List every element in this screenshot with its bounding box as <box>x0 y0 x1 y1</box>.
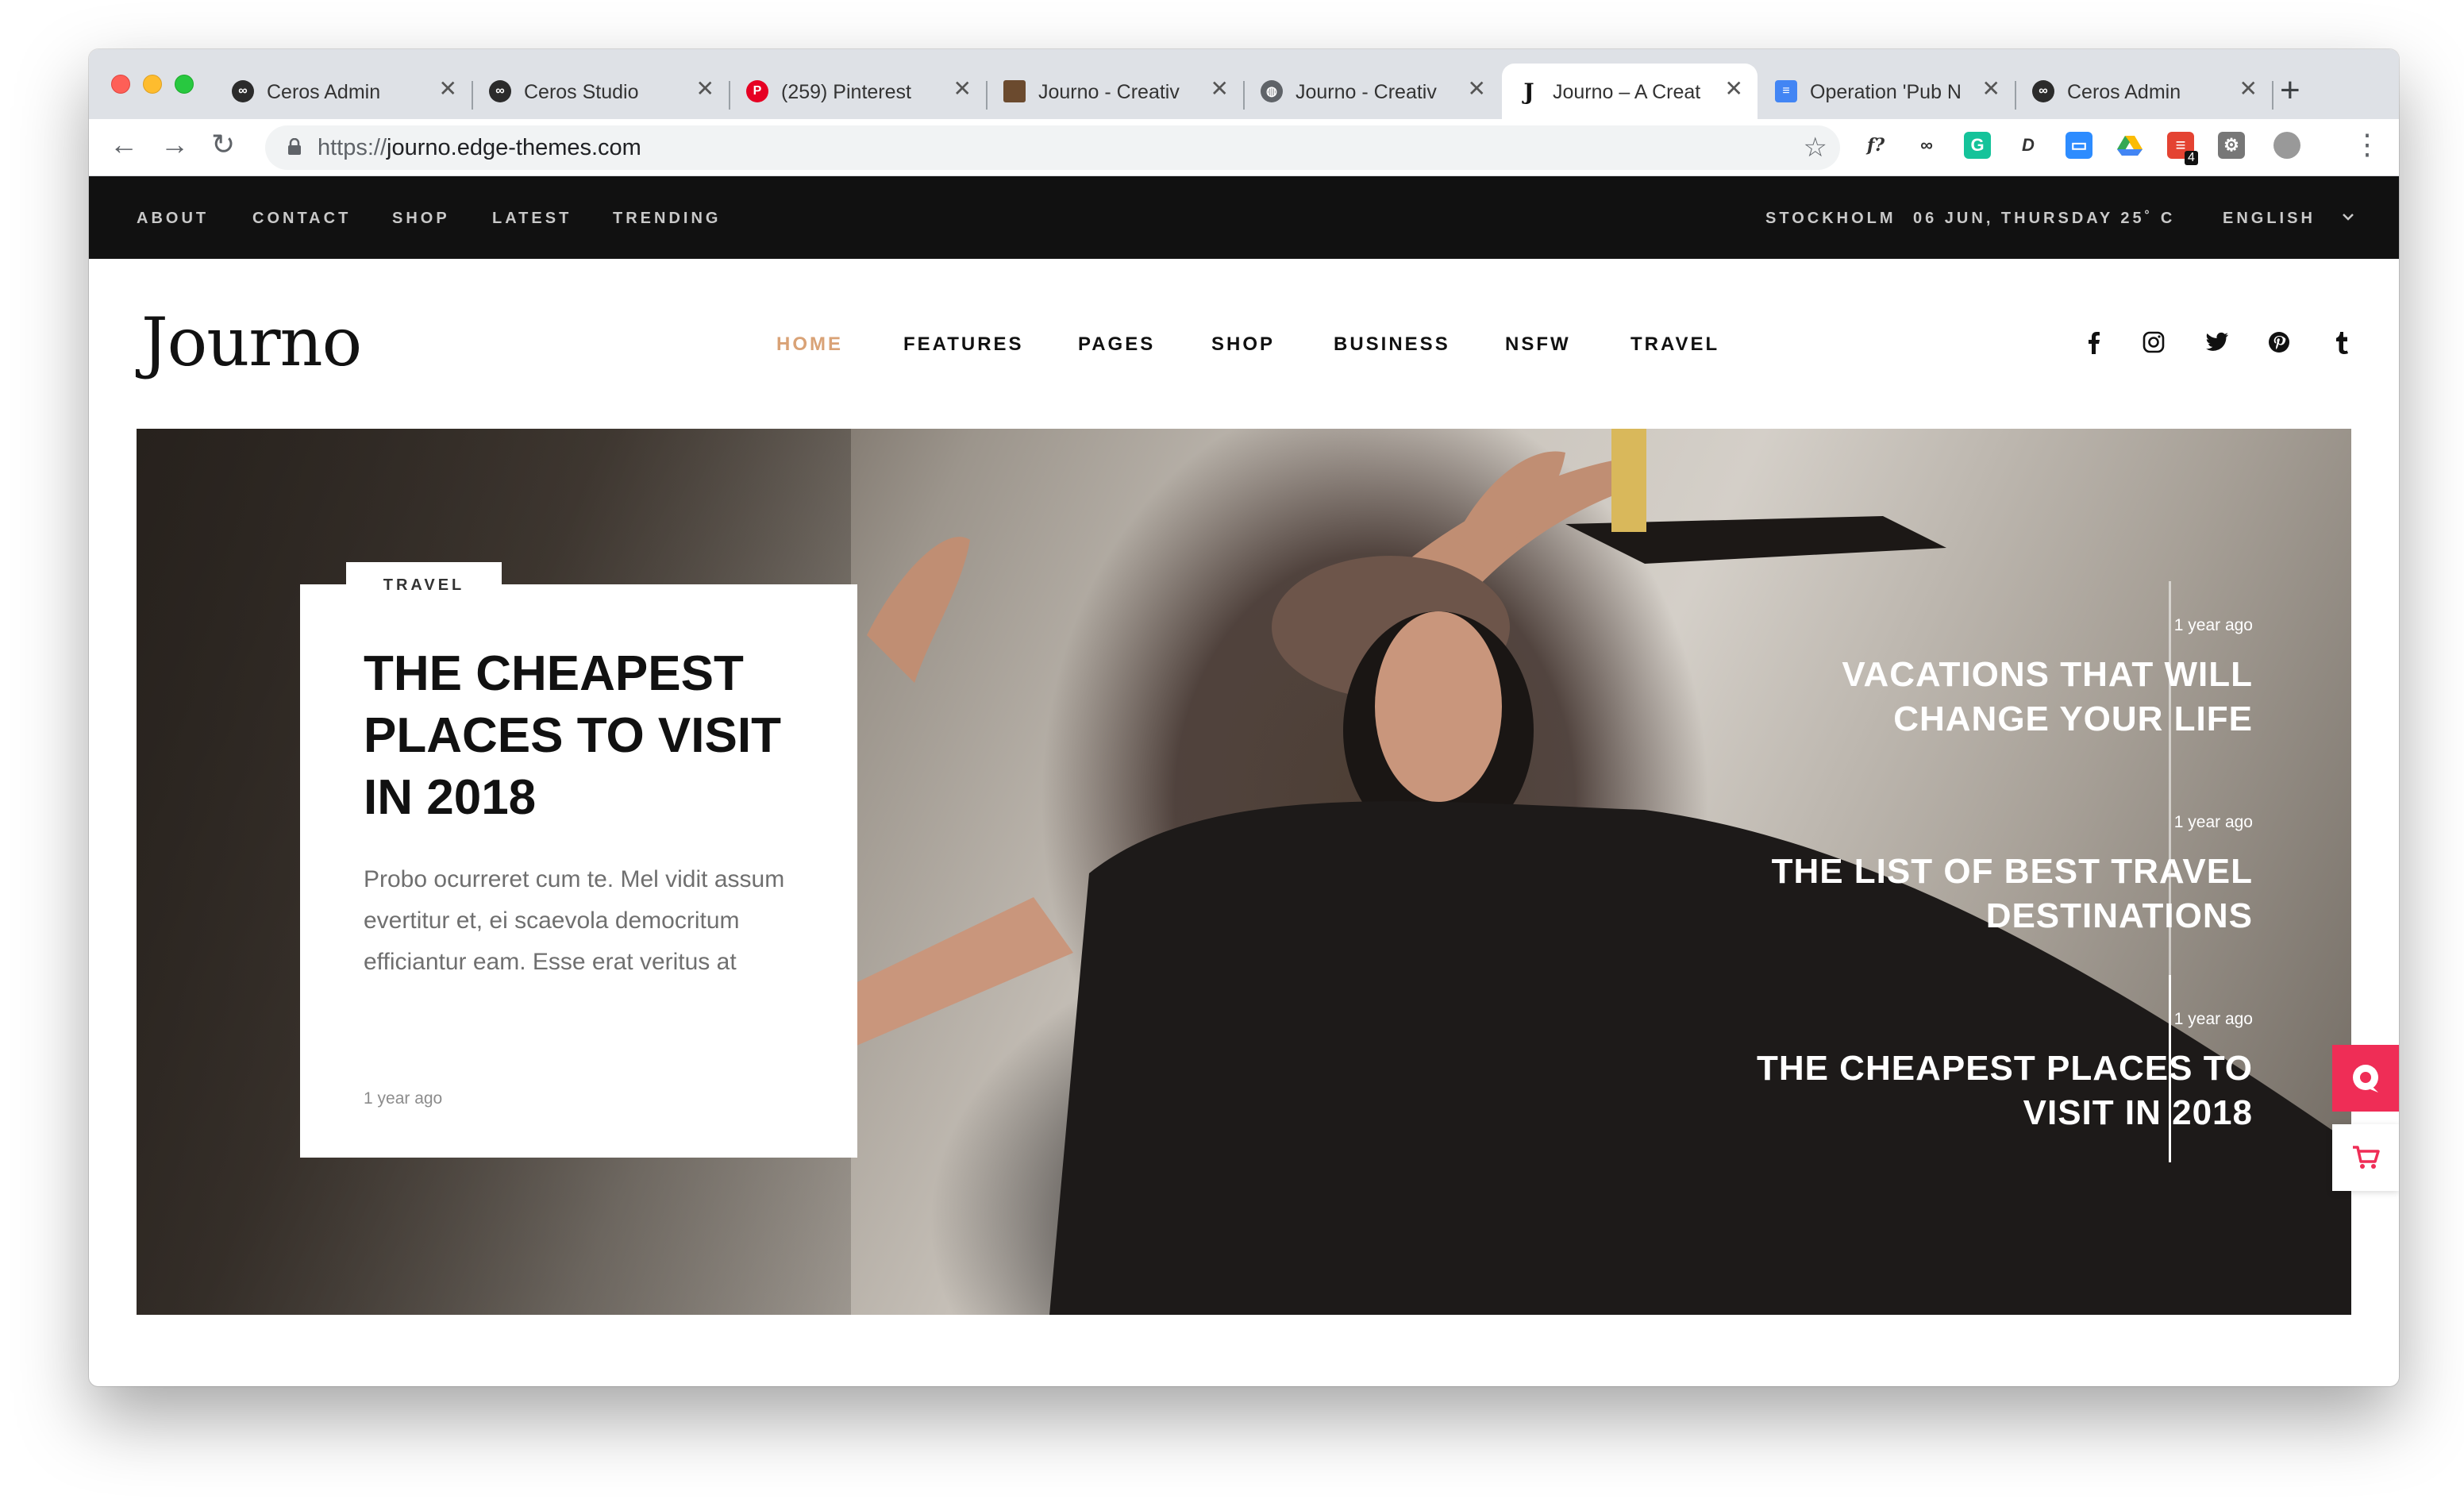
cart-float-button[interactable] <box>2332 1124 2399 1191</box>
ceros-icon: ∞ <box>2032 80 2054 102</box>
chat-float-button[interactable] <box>2332 1045 2399 1112</box>
browser-tab[interactable]: Journo - Creativ ✕ <box>988 64 1243 119</box>
hubspot-extension-icon[interactable]: ⚙ <box>2218 132 2245 159</box>
address-bar[interactable]: https://journo.edge-themes.com ☆ <box>265 125 1840 170</box>
ceros-icon: ∞ <box>232 80 254 102</box>
tab-title: Ceros Admin <box>2067 81 2181 103</box>
url-text: https://journo.edge-themes.com <box>318 135 641 161</box>
docs-icon: ≡ <box>1775 80 1797 102</box>
new-tab-icon[interactable]: + <box>2280 73 2300 108</box>
pinterest-icon: P <box>746 80 768 102</box>
tab-title: Journo – A Creat <box>1553 81 1701 103</box>
browser-tab-active[interactable]: J Journo – A Creat ✕ <box>1502 64 1758 119</box>
close-tab-icon[interactable]: ✕ <box>953 78 972 100</box>
close-tab-icon[interactable]: ✕ <box>2239 78 2258 100</box>
close-tab-icon[interactable]: ✕ <box>439 78 457 100</box>
nav-item-pages[interactable]: PAGES <box>1078 333 1155 356</box>
browser-tab[interactable]: ∞ Ceros Studio ✕ <box>473 64 729 119</box>
close-tab-icon[interactable]: ✕ <box>696 78 714 100</box>
ceros-icon: ∞ <box>489 80 511 102</box>
category-tag[interactable]: TRAVEL <box>346 562 502 608</box>
url-host: journo.edge-themes.com <box>387 135 641 160</box>
drive-extension-icon[interactable] <box>2116 132 2143 159</box>
slider-progress-active <box>2169 975 2171 1162</box>
tab-strip: ∞ Ceros Admin ✕ ∞ Ceros Studio ✕ P (259)… <box>89 49 2399 119</box>
close-tab-icon[interactable]: ✕ <box>1211 78 1229 100</box>
facebook-icon[interactable] <box>2080 329 2107 356</box>
tab-separator <box>2272 81 2273 110</box>
nav-item-nsfw[interactable]: NSFW <box>1505 333 1571 356</box>
side-post-date: 1 year ago <box>2173 1010 2253 1028</box>
url-protocol: https:// <box>318 135 387 160</box>
profile-avatar-icon[interactable] <box>2273 132 2300 159</box>
tumblr-icon[interactable] <box>2327 329 2354 356</box>
side-post-date: 1 year ago <box>2173 813 2253 831</box>
nav-item-shop[interactable]: SHOP <box>1211 333 1275 356</box>
browser-toolbar: ← → ↻ https://journo.edge-themes.com ☆ f… <box>89 119 2399 176</box>
topbar-link-shop[interactable]: SHOP <box>392 210 450 228</box>
language-selector[interactable]: ENGLISH <box>2223 210 2316 228</box>
featured-post-date: 1 year ago <box>364 1089 443 1108</box>
close-tab-icon[interactable]: ✕ <box>1725 78 1743 100</box>
tab-title: Ceros Admin <box>267 81 381 103</box>
ceros-extension-icon[interactable]: ∞ <box>1913 132 1940 159</box>
topbar-link-latest[interactable]: LATEST <box>492 210 572 228</box>
hero-slider[interactable]: THE CHEAPEST PLACES TO VISIT IN 2018 Pro… <box>137 429 2351 1315</box>
featured-post-card[interactable]: THE CHEAPEST PLACES TO VISIT IN 2018 Pro… <box>300 584 857 1158</box>
nav-item-travel[interactable]: TRAVEL <box>1630 333 1719 356</box>
topbar-link-contact[interactable]: CONTACT <box>252 210 351 228</box>
nav-item-business[interactable]: BUSINESS <box>1334 333 1450 356</box>
reload-icon[interactable]: ↻ <box>211 130 235 159</box>
nav-item-features[interactable]: FEATURES <box>903 333 1024 356</box>
pinterest-icon[interactable] <box>2266 329 2293 356</box>
bookmark-star-icon[interactable]: ☆ <box>1804 132 1827 164</box>
chat-bubble-icon <box>2353 1065 2378 1092</box>
font-extension-icon[interactable]: f? <box>1862 132 1889 159</box>
twitter-icon[interactable] <box>2204 329 2231 356</box>
browser-tab[interactable]: ∞ Ceros Admin ✕ <box>216 64 472 119</box>
globe-icon: ◍ <box>1261 80 1283 102</box>
image-icon <box>1003 80 1026 102</box>
tab-title: (259) Pinterest <box>781 81 911 103</box>
journo-icon: J <box>1523 78 1534 105</box>
nav-item-home[interactable]: HOME <box>776 333 843 356</box>
topbar-link-about[interactable]: ABOUT <box>137 210 209 228</box>
tab-title: Ceros Studio <box>524 81 639 103</box>
browser-tab[interactable]: ≡ Operation 'Pub N ✕ <box>1759 64 2015 119</box>
close-tab-icon[interactable]: ✕ <box>1468 78 1486 100</box>
browser-tab[interactable]: P (259) Pinterest ✕ <box>730 64 986 119</box>
browser-tab[interactable]: ∞ Ceros Admin ✕ <box>2016 64 2272 119</box>
lock-icon <box>288 138 301 155</box>
browser-window: ∞ Ceros Admin ✕ ∞ Ceros Studio ✕ P (259)… <box>89 49 2399 1386</box>
browser-tab[interactable]: ◍ Journo - Creativ ✕ <box>1245 64 1500 119</box>
back-icon[interactable]: ← <box>110 130 138 159</box>
tab-title: Operation 'Pub N <box>1810 81 1961 103</box>
instagram-icon[interactable] <box>2140 329 2167 356</box>
featured-post-excerpt: Probo ocurreret cum te. Mel vidit assum … <box>364 866 785 975</box>
extension-badge: 4 <box>2185 151 2198 165</box>
featured-post-title[interactable]: THE CHEAPEST PLACES TO VISIT IN 2018 <box>364 643 824 829</box>
site-logo[interactable]: Journo <box>141 303 362 381</box>
drive-icon <box>2117 136 2143 156</box>
d-extension-icon[interactable]: D <box>2015 132 2042 159</box>
close-window-button[interactable] <box>111 75 130 94</box>
tab-title: Journo - Creativ <box>1038 81 1180 103</box>
tab-title: Journo - Creativ <box>1296 81 1437 103</box>
side-post-date: 1 year ago <box>2173 616 2253 634</box>
maximize-window-button[interactable] <box>175 75 194 94</box>
forward-icon[interactable]: → <box>160 130 189 159</box>
site-topbar: ABOUT CONTACT SHOP LATEST TRENDING STOCK… <box>89 176 2399 259</box>
grammarly-extension-icon[interactable]: G <box>1964 132 1991 159</box>
zoom-extension-icon[interactable]: ▭ <box>2066 132 2092 159</box>
cart-icon <box>2353 1146 2380 1169</box>
minimize-window-button[interactable] <box>143 75 162 94</box>
menu-kebab-icon[interactable]: ⋮ <box>2353 130 2381 159</box>
topbar-date-weather: 06 JUN, THURSDAY 25˚ C <box>1913 210 2176 227</box>
topbar-link-trending[interactable]: TRENDING <box>613 210 721 228</box>
close-tab-icon[interactable]: ✕ <box>1982 78 2000 100</box>
chevron-down-icon[interactable] <box>2342 213 2354 221</box>
topbar-city: STOCKHOLM <box>1765 210 1896 227</box>
